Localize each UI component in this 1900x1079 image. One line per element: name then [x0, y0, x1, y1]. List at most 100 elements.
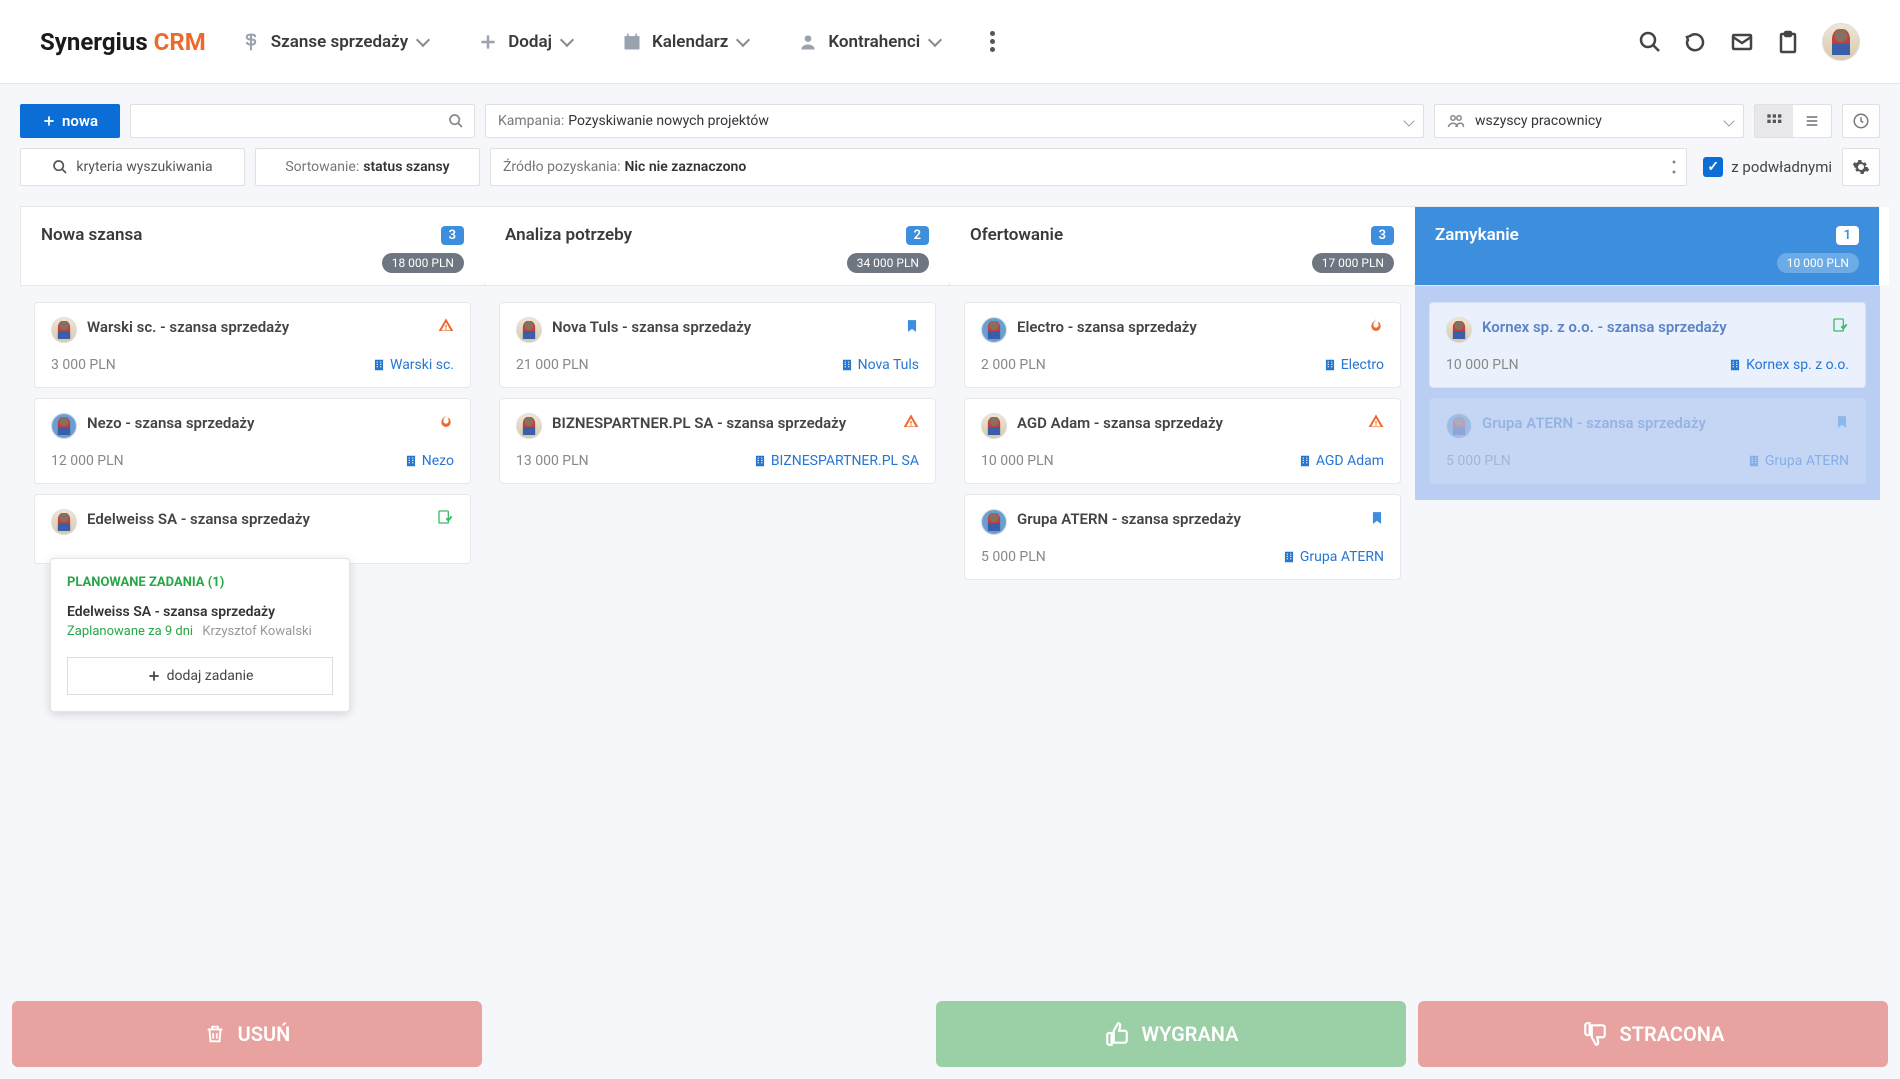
nav-more[interactable] — [990, 31, 995, 52]
opportunity-card[interactable]: Kornex sp. z o.o. - szansa sprzedaży 10 … — [1429, 302, 1866, 388]
building-icon — [1298, 454, 1312, 468]
popover-item-title: Edelweiss SA - szansa sprzedaży — [67, 604, 333, 620]
chevron-down-icon — [736, 32, 750, 46]
card-title: BIZNESPARTNER.PL SA - szansa sprzedaży — [552, 413, 893, 433]
building-icon — [1323, 358, 1337, 372]
opportunity-card[interactable]: Nezo - szansa sprzedaży 12 000 PLNNezo — [34, 398, 471, 484]
column-sum: 18 000 PLN — [382, 253, 464, 273]
card-amount: 12 000 PLN — [51, 453, 124, 469]
column-cards: Kornex sp. z o.o. - szansa sprzedaży 10 … — [1415, 286, 1880, 500]
kanban-view-button[interactable] — [1755, 105, 1793, 137]
history-button[interactable] — [1842, 104, 1880, 138]
card-company-link[interactable]: Warski sc. — [372, 357, 454, 373]
source-select[interactable]: Źródło pozyskania: Nic nie zaznaczono — [490, 148, 1687, 186]
add-task-button[interactable]: dodaj zadanie — [67, 657, 333, 695]
card-title: Edelweiss SA - szansa sprzedaży — [87, 509, 426, 529]
card-company-link[interactable]: BIZNESPARTNER.PL SA — [753, 453, 919, 469]
footer-actions: USUŃ WYGRANA STRACONA — [0, 989, 1900, 1079]
new-button[interactable]: nowa — [20, 104, 120, 138]
card-company-link[interactable]: Grupa ATERN — [1747, 453, 1849, 469]
delete-button[interactable]: USUŃ — [12, 1001, 482, 1067]
win-label: WYGRANA — [1142, 1022, 1239, 1046]
card-title: Warski sc. - szansa sprzedaży — [87, 317, 428, 337]
opportunity-card[interactable]: Warski sc. - szansa sprzedaży 3 000 PLNW… — [34, 302, 471, 388]
people-icon — [1447, 112, 1465, 130]
kanban-board: Nowa szansa 3 18 000 PLN Warski sc. - sz… — [0, 206, 1900, 596]
column-header[interactable]: Nowa szansa 3 18 000 PLN — [20, 206, 485, 286]
column-header[interactable]: Ofertowanie 3 17 000 PLN — [950, 206, 1415, 286]
campaign-value: Pozyskiwanie nowych projektów — [568, 113, 769, 129]
check-icon — [1831, 317, 1849, 333]
clipboard-icon[interactable] — [1776, 30, 1800, 54]
warn-icon — [903, 413, 919, 429]
column-arrow — [465, 207, 485, 285]
user-avatar[interactable] — [1822, 23, 1860, 61]
list-view-button[interactable] — [1793, 105, 1831, 137]
card-company-link[interactable]: Nezo — [404, 453, 454, 469]
card-company-link[interactable]: AGD Adam — [1298, 453, 1384, 469]
card-company-link[interactable]: Kornex sp. z o.o. — [1728, 357, 1849, 373]
search-icon[interactable] — [1638, 30, 1662, 54]
employee-select[interactable]: wszyscy pracownicy — [1434, 104, 1744, 138]
card-company-link[interactable]: Nova Tuls — [840, 357, 919, 373]
search-icon — [448, 113, 464, 129]
bookmark-icon — [905, 317, 919, 335]
card-company-link[interactable]: Grupa ATERN — [1282, 549, 1384, 565]
opportunity-card[interactable]: AGD Adam - szansa sprzedaży 10 000 PLNAG… — [964, 398, 1401, 484]
dots-icon — [1672, 160, 1676, 174]
search-input-box[interactable] — [130, 104, 475, 138]
search-input[interactable] — [141, 113, 448, 129]
building-icon — [753, 454, 767, 468]
kanban-column: Nowa szansa 3 18 000 PLN Warski sc. - sz… — [20, 206, 485, 596]
card-amount: 13 000 PLN — [516, 453, 589, 469]
chat-icon[interactable] — [1684, 30, 1708, 54]
building-icon — [404, 454, 418, 468]
column-header[interactable]: Zamykanie 1 10 000 PLN — [1415, 206, 1880, 286]
card-amount: 10 000 PLN — [981, 453, 1054, 469]
kanban-column: Zamykanie 1 10 000 PLN Kornex sp. z o.o.… — [1415, 206, 1880, 596]
card-title: Nova Tuls - szansa sprzedaży — [552, 317, 895, 337]
dollar-icon — [241, 32, 261, 52]
chevron-down-icon — [560, 32, 574, 46]
opportunity-card[interactable]: Grupa ATERN - szansa sprzedaży 5 000 PLN… — [1429, 398, 1866, 484]
opportunity-card[interactable]: Grupa ATERN - szansa sprzedaży 5 000 PLN… — [964, 494, 1401, 580]
nav-szanse[interactable]: Szanse sprzedaży — [241, 32, 429, 52]
popover-when: Zaplanowane za 9 dni — [67, 624, 193, 639]
nav-szanse-label: Szanse sprzedaży — [271, 32, 409, 52]
campaign-select[interactable]: Kampania: Pozyskiwanie nowych projektów — [485, 104, 1424, 138]
column-arrow — [930, 207, 950, 285]
card-avatar — [51, 509, 77, 535]
building-icon — [372, 358, 386, 372]
win-button[interactable]: WYGRANA — [936, 1001, 1406, 1067]
lose-button[interactable]: STRACONA — [1418, 1001, 1888, 1067]
subordinates-checkbox-row[interactable]: ✓ z podwładnymi — [1697, 148, 1832, 186]
criteria-button[interactable]: kryteria wyszukiwania — [20, 148, 245, 186]
column-sum: 10 000 PLN — [1777, 253, 1859, 273]
employee-value: wszyscy pracownicy — [1475, 113, 1602, 129]
warn-icon — [1368, 413, 1384, 429]
settings-button[interactable] — [1842, 148, 1880, 186]
column-count: 3 — [1371, 226, 1394, 245]
opportunity-card[interactable]: BIZNESPARTNER.PL SA - szansa sprzedaży 1… — [499, 398, 936, 484]
opportunity-card[interactable]: Electro - szansa sprzedaży 2 000 PLNElec… — [964, 302, 1401, 388]
column-header[interactable]: Analiza potrzeby 2 34 000 PLN — [485, 206, 950, 286]
card-amount: 5 000 PLN — [981, 549, 1046, 565]
nav-kalendarz[interactable]: Kalendarz — [622, 32, 748, 52]
mail-icon[interactable] — [1730, 30, 1754, 54]
nav-kontrahenci[interactable]: Kontrahenci — [798, 32, 940, 52]
sort-value: status szansy — [363, 159, 449, 175]
column-title: Ofertowanie — [970, 225, 1063, 245]
opportunity-card[interactable]: Edelweiss SA - szansa sprzedaży — [34, 494, 471, 564]
nav-dodaj[interactable]: Dodaj — [478, 32, 572, 52]
checkbox-checked-icon: ✓ — [1703, 157, 1723, 177]
add-task-label: dodaj zadanie — [167, 668, 254, 684]
calendar-icon — [622, 32, 642, 52]
card-title: Grupa ATERN - szansa sprzedaży — [1482, 413, 1825, 433]
app-header: Synergius CRM Szanse sprzedaży Dodaj Kal… — [0, 0, 1900, 84]
bookmark-icon — [1835, 413, 1849, 431]
opportunity-card[interactable]: Nova Tuls - szansa sprzedaży 21 000 PLNN… — [499, 302, 936, 388]
sort-select[interactable]: Sortowanie: status szansy — [255, 148, 480, 186]
card-amount: 2 000 PLN — [981, 357, 1046, 373]
nav-kontrahenci-label: Kontrahenci — [828, 32, 920, 52]
card-company-link[interactable]: Electro — [1323, 357, 1384, 373]
